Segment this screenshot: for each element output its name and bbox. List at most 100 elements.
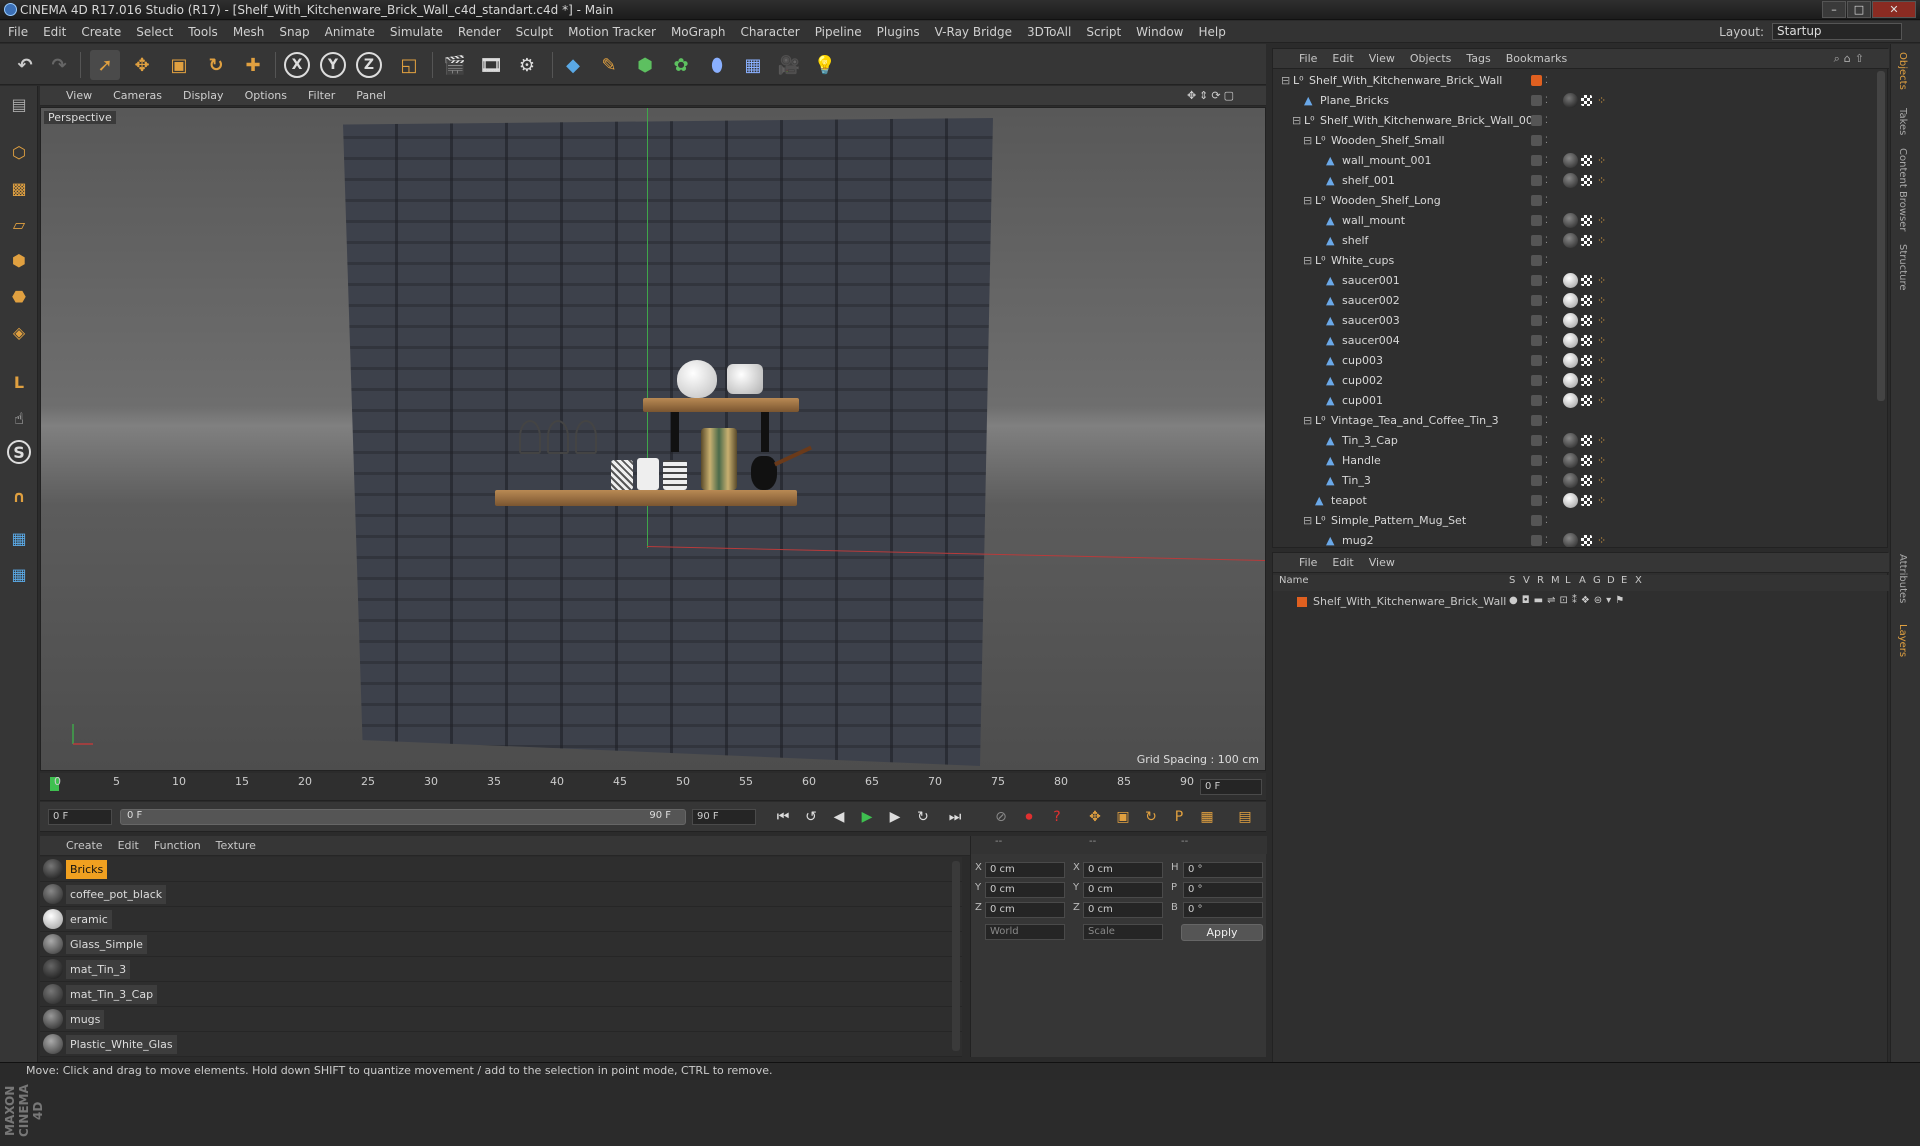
viewport-menu-filter[interactable]: Filter xyxy=(308,89,335,102)
end-frame-field[interactable]: 90 F xyxy=(692,809,756,825)
visibility-dots-icon[interactable]: ⁚ xyxy=(1545,531,1548,547)
object-menu-edit[interactable]: Edit xyxy=(1332,52,1353,65)
move-tool-icon[interactable]: ✥ xyxy=(127,50,157,80)
visibility-dots-icon[interactable]: ⁚ xyxy=(1545,291,1548,311)
key-scale-icon[interactable]: ▣ xyxy=(1112,806,1134,828)
undo-icon[interactable]: ↶ xyxy=(10,50,40,80)
apply-button[interactable]: Apply xyxy=(1181,924,1263,941)
visibility-dots-icon[interactable]: ⁚ xyxy=(1545,371,1548,391)
menu-plugins[interactable]: Plugins xyxy=(877,25,920,39)
menu-tools[interactable]: Tools xyxy=(188,25,218,39)
tab-takes[interactable]: Takes xyxy=(1897,108,1908,135)
object-row[interactable]: ⊟ L⁰ White_cups ⁚ xyxy=(1273,251,1873,271)
points-mode-icon[interactable]: ⬢ xyxy=(5,246,33,274)
spline-pen-icon[interactable]: ✎ xyxy=(594,50,624,80)
material-tag-icon[interactable] xyxy=(1563,473,1578,488)
phong-tag-icon[interactable]: ⁘ xyxy=(1597,171,1606,191)
material-tag-icon[interactable] xyxy=(1563,173,1578,188)
material-item[interactable]: mat_Tin_3 xyxy=(40,957,962,982)
material-item[interactable]: coffee_pot_black xyxy=(40,882,962,907)
material-tag-icon[interactable] xyxy=(1563,153,1578,168)
object-tree-scrollbar[interactable] xyxy=(1877,71,1885,401)
object-row[interactable]: ▲ teapot ⁚ ⁘ xyxy=(1273,491,1873,511)
menu-create[interactable]: Create xyxy=(81,25,121,39)
position-z-field[interactable]: 0 cm xyxy=(985,902,1065,918)
render-settings-icon[interactable]: ⚙ xyxy=(512,50,542,80)
phong-tag-icon[interactable]: ⁘ xyxy=(1597,151,1606,171)
visibility-dots-icon[interactable]: ⁚ xyxy=(1545,451,1548,471)
size-y-field[interactable]: 0 cm xyxy=(1083,882,1163,898)
visibility-dots-icon[interactable]: ⁚ xyxy=(1545,251,1548,271)
visibility-dots-icon[interactable]: ⁚ xyxy=(1545,111,1548,131)
tab-structure[interactable]: Structure xyxy=(1897,244,1908,291)
object-row[interactable]: ⊟ L⁰ Wooden_Shelf_Long ⁚ xyxy=(1273,191,1873,211)
tab-layers[interactable]: Layers xyxy=(1897,624,1908,657)
phong-tag-icon[interactable]: ⁘ xyxy=(1597,331,1606,351)
viewport-menu-cameras[interactable]: Cameras xyxy=(113,89,162,102)
uvw-tag-icon[interactable] xyxy=(1581,475,1592,486)
menu-mesh[interactable]: Mesh xyxy=(233,25,265,39)
object-row[interactable]: ▲ cup002 ⁚ ⁘ xyxy=(1273,371,1873,391)
next-frame-icon[interactable]: ▶ xyxy=(884,806,906,828)
material-tag-icon[interactable] xyxy=(1563,353,1578,368)
material-item[interactable]: mugs xyxy=(40,1007,962,1032)
visibility-dots-icon[interactable]: ⁚ xyxy=(1545,471,1548,491)
layer-tag[interactable] xyxy=(1531,275,1542,286)
next-key-icon[interactable]: ↻ xyxy=(912,806,934,828)
layer-col-r[interactable]: R xyxy=(1537,575,1544,586)
object-row[interactable]: ⊟ L⁰ Vintage_Tea_and_Coffee_Tin_3 ⁚ xyxy=(1273,411,1873,431)
rotate-tool-icon[interactable]: ↻ xyxy=(201,50,231,80)
phong-tag-icon[interactable]: ⁘ xyxy=(1597,351,1606,371)
uvw-tag-icon[interactable] xyxy=(1581,395,1592,406)
viewport-menu-view[interactable]: View xyxy=(66,89,92,102)
object-row[interactable]: ⊟ L⁰ Shelf_With_Kitchenware_Brick_Wall_001… xyxy=(1273,111,1873,131)
visibility-dots-icon[interactable]: ⁚ xyxy=(1545,211,1548,231)
object-row[interactable]: ▲ saucer002 ⁚ ⁘ xyxy=(1273,291,1873,311)
expand-toggle-icon[interactable]: ⊟ xyxy=(1303,511,1312,531)
uvw-tag-icon[interactable] xyxy=(1581,355,1592,366)
object-row[interactable]: ▲ cup003 ⁚ ⁘ xyxy=(1273,351,1873,371)
uvw-tag-icon[interactable] xyxy=(1581,375,1592,386)
rotation-h-field[interactable]: 0 ° xyxy=(1183,862,1263,878)
layer-tag[interactable] xyxy=(1531,155,1542,166)
model-mode-icon[interactable]: ⬡ xyxy=(5,138,33,166)
material-item[interactable]: Glass_Simple xyxy=(40,932,962,957)
layer-tag[interactable] xyxy=(1531,95,1542,106)
material-tag-icon[interactable] xyxy=(1563,393,1578,408)
phong-tag-icon[interactable]: ⁘ xyxy=(1597,491,1606,511)
material-tag-icon[interactable] xyxy=(1563,233,1578,248)
visibility-dots-icon[interactable]: ⁚ xyxy=(1545,391,1548,411)
visibility-dots-icon[interactable]: ⁚ xyxy=(1545,91,1548,111)
close-button[interactable]: ✕ xyxy=(1872,1,1916,18)
position-x-field[interactable]: 0 cm xyxy=(985,862,1065,878)
grid-lock-icon[interactable]: ▦ xyxy=(5,524,33,552)
phong-tag-icon[interactable]: ⁘ xyxy=(1597,211,1606,231)
polygons-mode-icon[interactable]: ◈ xyxy=(5,318,33,346)
material-menu-edit[interactable]: Edit xyxy=(118,839,139,852)
visibility-dots-icon[interactable]: ⁚ xyxy=(1545,271,1548,291)
material-tag-icon[interactable] xyxy=(1563,533,1578,547)
previous-key-icon[interactable]: ↺ xyxy=(800,806,822,828)
material-menu-function[interactable]: Function xyxy=(154,839,201,852)
material-item-bricks[interactable]: Bricks xyxy=(40,857,962,882)
menu-script[interactable]: Script xyxy=(1086,25,1121,39)
object-row[interactable]: ▲ Handle ⁚ ⁘ xyxy=(1273,451,1873,471)
phong-tag-icon[interactable]: ⁘ xyxy=(1597,431,1606,451)
menu-character[interactable]: Character xyxy=(740,25,799,39)
coordinate-system-icon[interactable]: ◱ xyxy=(394,50,424,80)
play-icon[interactable]: ▶ xyxy=(856,806,878,828)
object-row[interactable]: ▲ Tin_3 ⁚ ⁘ xyxy=(1273,471,1873,491)
layer-tag[interactable] xyxy=(1531,415,1542,426)
material-tag-icon[interactable] xyxy=(1563,493,1578,508)
material-item[interactable]: mat_Tin_3_Cap xyxy=(40,982,962,1007)
layer-col-a[interactable]: A xyxy=(1579,575,1586,586)
uvw-tag-icon[interactable] xyxy=(1581,215,1592,226)
position-y-field[interactable]: 0 cm xyxy=(985,882,1065,898)
object-menu-bookmarks[interactable]: Bookmarks xyxy=(1506,52,1567,65)
object-menu-file[interactable]: File xyxy=(1299,52,1317,65)
render-picture-viewer-icon[interactable]: 🎞 xyxy=(476,50,506,80)
layer-col-l[interactable]: L xyxy=(1565,575,1571,586)
x-axis-lock-icon[interactable]: X xyxy=(284,52,310,78)
tab-objects[interactable]: Objects xyxy=(1897,52,1908,90)
visibility-dots-icon[interactable]: ⁚ xyxy=(1545,511,1548,531)
